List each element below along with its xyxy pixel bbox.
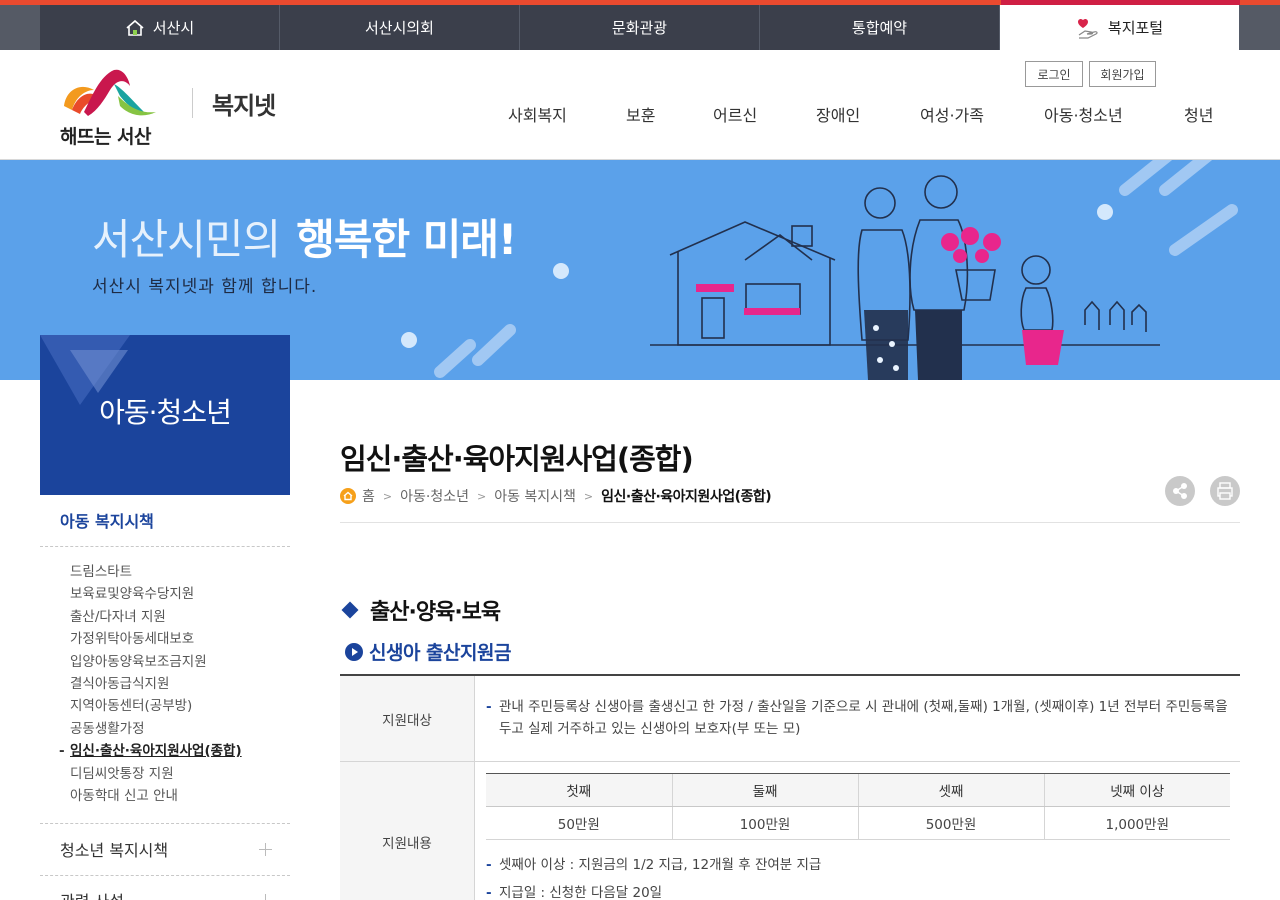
site-tab-seosan[interactable]: 서산시 [40, 5, 280, 50]
share-icon [1173, 483, 1187, 499]
heart-hand-icon [1076, 17, 1100, 39]
nav-social-welfare[interactable]: 사회복지 [508, 102, 567, 126]
info-row-target: 지원대상 관내 주민등록상 신생아를 출생신고 한 가정 / 출산일을 기준으로… [340, 676, 1240, 762]
info-row-body: 관내 주민등록상 신생아를 출생신고 한 가정 / 출산일을 기준으로 시 관내… [486, 696, 1230, 740]
section-heading: 출산·양육·보육 [341, 594, 501, 626]
printer-icon [1217, 482, 1233, 500]
nav-disabled[interactable]: 장애인 [816, 102, 860, 126]
amount-cell: 100만원 [671, 806, 858, 840]
payment-note: 셋째아 이상 : 지원금의 1/2 지급, 12개월 후 잔여분 지급 [486, 854, 1230, 876]
side-menu-title: 아동·청소년 [99, 396, 232, 429]
share-button[interactable] [1165, 476, 1195, 506]
nav-children-youth[interactable]: 아동·청소년 [1044, 102, 1123, 126]
breadcrumb: 홈 > 아동·청소년 > 아동 복지시책 > 임신·출산·육아지원사업(종합) [340, 486, 772, 506]
site-tab-label: 통합예약 [851, 19, 908, 37]
side-item-group-home[interactable]: 공동생활가정 [70, 718, 290, 740]
info-row-header: 지원대상 [340, 676, 475, 761]
site-tab-label: 서산시 [152, 19, 195, 37]
site-tab-culture[interactable]: 문화관광 [520, 5, 760, 50]
chevron-right-icon: > [476, 489, 487, 503]
site-tab-label: 서산시의회 [364, 19, 434, 37]
side-divider [40, 875, 290, 876]
join-button[interactable]: 회원가입 [1089, 61, 1156, 87]
amount-table: 첫째 둘째 셋째 넷째 이상 50만원 100만원 500만원 1,000만원 [486, 773, 1230, 840]
side-section-child-welfare[interactable]: 아동 복지시책 [60, 508, 154, 532]
info-row-header: 지원내용 [340, 762, 475, 900]
side-item-community-center[interactable]: 지역아동센터(공부방) [70, 695, 290, 717]
expand-plus-icon[interactable] [259, 894, 272, 900]
side-item-foster-care[interactable]: 가정위탁아동세대보호 [70, 628, 290, 650]
subsection-heading: 신생아 출산지원금 [345, 638, 511, 665]
chevron-right-icon: > [382, 489, 393, 503]
amount-col-header: 첫째 [486, 773, 672, 807]
site-tab-label: 문화관광 [611, 19, 668, 37]
section-heading-text: 출산·양육·보육 [370, 600, 501, 625]
subsection-heading-text: 신생아 출산지원금 [369, 642, 511, 664]
table-row: 50만원 100만원 500만원 1,000만원 [486, 806, 1230, 840]
side-menu-header: 아동·청소년 [40, 335, 290, 495]
banner-tagline: 서산시민의 행복한 미래! [92, 206, 517, 267]
site-tab-welfare-portal[interactable]: 복지포털 [1000, 5, 1240, 50]
amount-col-header: 둘째 [671, 773, 858, 807]
side-item-adoption-support[interactable]: 입양아동양육보조금지원 [70, 651, 290, 673]
side-section-related[interactable]: 관련 사설 [60, 888, 124, 900]
expand-plus-icon[interactable] [259, 843, 272, 856]
side-divider [40, 823, 290, 824]
breadcrumb-child-welfare[interactable]: 아동 복지시책 [494, 486, 576, 506]
breadcrumb-current: 임신·출산·육아지원사업(종합) [601, 489, 772, 505]
site-tabs: 서산시 서산시의회 문화관광 통합예약 복지포털 [40, 5, 1240, 50]
side-submenu: 드림스타트 보육료및양육수당지원 출산/다자녀 지원 가정위탁아동세대보호 입양… [59, 561, 290, 807]
amount-col-header: 넷째 이상 [1043, 773, 1230, 807]
nav-veterans[interactable]: 보훈 [626, 102, 655, 126]
title-divider [340, 522, 1240, 523]
nav-seniors[interactable]: 어르신 [713, 102, 757, 126]
info-row-body: 첫째 둘째 셋째 넷째 이상 50만원 100만원 500만원 1,000만원 … [486, 762, 1230, 900]
side-divider [40, 546, 290, 547]
side-item-pregnancy-childbirth[interactable]: 임신·출산·육아지원사업(종합) [59, 740, 290, 762]
site-tab-council[interactable]: 서산시의회 [280, 5, 520, 50]
top-site-bar: 서산시 서산시의회 문화관광 통합예약 복지포털 [0, 0, 1280, 50]
side-item-childcare-fee[interactable]: 보육료및양육수당지원 [70, 583, 290, 605]
nav-young-adults[interactable]: 청년 [1184, 102, 1213, 126]
amount-cell: 1,000만원 [1043, 806, 1230, 840]
site-tab-label: 복지포털 [1107, 19, 1164, 37]
side-item-birth-support[interactable]: 출산/다자녀 지원 [70, 606, 290, 628]
play-circle-icon [345, 642, 363, 661]
amount-cell: 500만원 [857, 806, 1044, 840]
site-tab-reservation[interactable]: 통합예약 [760, 5, 1000, 50]
print-button[interactable] [1210, 476, 1240, 506]
side-item-dreamstart[interactable]: 드림스타트 [70, 561, 290, 583]
amount-cell: 50만원 [486, 806, 672, 840]
home-icon[interactable] [340, 488, 356, 504]
diamond-bullet-icon [341, 601, 359, 619]
info-table: 지원대상 관내 주민등록상 신생아를 출생신고 한 가정 / 출산일을 기준으로… [340, 674, 1240, 900]
site-header: 해뜨는 서산 복지넷 로그인 회원가입 사회복지 보훈 어르신 장애인 여성·가… [0, 50, 1280, 160]
page-title: 임신·출산·육아지원사업(종합) [340, 442, 694, 476]
login-button[interactable]: 로그인 [1025, 61, 1083, 87]
main-nav: 사회복지 보훈 어르신 장애인 여성·가족 아동·청소년 청년 [0, 102, 1280, 132]
side-item-didim-account[interactable]: 디딤씨앗통장 지원 [70, 763, 290, 785]
side-item-meal-support[interactable]: 결식아동급식지원 [70, 673, 290, 695]
home-icon [125, 19, 145, 37]
payment-date-note: 지급일 : 신청한 다음달 20일 [486, 882, 1230, 900]
info-row-content: 지원내용 첫째 둘째 셋째 넷째 이상 50만원 100만원 500만원 1,0… [340, 762, 1240, 900]
nav-women-family[interactable]: 여성·가족 [920, 102, 984, 126]
breadcrumb-children-youth[interactable]: 아동·청소년 [400, 486, 469, 506]
banner-subtitle: 서산시 복지넷과 함께 합니다. [92, 277, 318, 297]
amount-col-header: 셋째 [857, 773, 1044, 807]
breadcrumb-home[interactable]: 홈 [362, 486, 375, 506]
side-section-youth-welfare[interactable]: 청소년 복지시책 [60, 837, 168, 861]
chevron-right-icon: > [583, 489, 594, 503]
tagline-light: 서산시민의 [92, 215, 281, 264]
target-description: 관내 주민등록상 신생아를 출생신고 한 가정 / 출산일을 기준으로 시 관내… [486, 696, 1230, 740]
tagline-strong: 행복한 미래! [296, 215, 517, 264]
side-item-abuse-report[interactable]: 아동학대 신고 안내 [70, 785, 290, 807]
